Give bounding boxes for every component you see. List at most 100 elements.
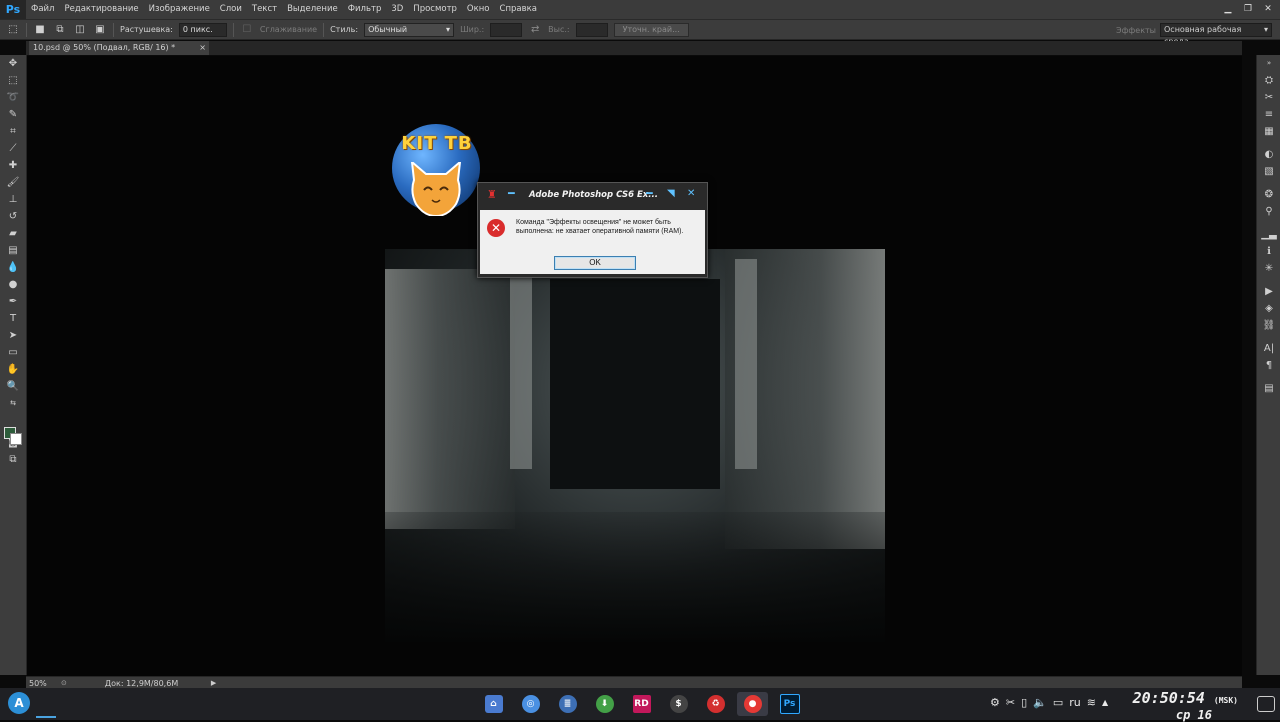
menu-filter[interactable]: Фильтр	[343, 0, 387, 19]
minimize-icon[interactable]: ▁	[1220, 2, 1236, 16]
crop-tool-icon[interactable]: ⌗	[0, 123, 26, 140]
tool-presets-icon[interactable]: ✂	[1257, 89, 1280, 106]
document-app[interactable]: ≣	[552, 692, 583, 716]
maximize-icon[interactable]: ◥	[667, 188, 675, 199]
lasso-tool-icon[interactable]: ➰	[0, 89, 26, 106]
antialias-checkbox[interactable]: ☐	[240, 23, 254, 37]
histogram-icon[interactable]: ▁▃	[1257, 226, 1280, 243]
color-icon[interactable]: ❂	[1257, 186, 1280, 203]
gradient-tool-icon[interactable]: ▤	[0, 242, 26, 259]
layers-icon[interactable]: ◈	[1257, 300, 1280, 317]
brush-presets-icon[interactable]: ≡	[1257, 106, 1280, 123]
marquee-preset-icon[interactable]: ⬚	[6, 23, 20, 37]
document-tab[interactable]: 10.psd @ 50% (Подвал, RGB/ 16) * ×	[29, 41, 209, 55]
menu-select[interactable]: Выделение	[282, 0, 343, 19]
background-color-swatch[interactable]	[10, 433, 22, 445]
screen-mode-icon[interactable]: ⧉	[0, 451, 26, 468]
browser-app[interactable]: ◎	[515, 692, 546, 716]
zoom-tool-icon[interactable]: 🔍	[0, 378, 26, 395]
healing-brush-icon[interactable]: ✚	[0, 157, 26, 174]
battery-icon[interactable]: ▭	[1053, 696, 1063, 709]
menu-3d[interactable]: 3D	[386, 0, 408, 19]
subtract-selection-icon[interactable]: ◫	[73, 23, 87, 37]
blur-tool-icon[interactable]: 💧	[0, 259, 26, 276]
clipboard-icon[interactable]: ▯	[1021, 696, 1027, 709]
clone-stamp-icon[interactable]: ⊥	[0, 191, 26, 208]
type-tool-icon[interactable]: T	[0, 310, 26, 327]
properties-icon[interactable]: ▤	[1257, 380, 1280, 397]
swatches-icon[interactable]: ▦	[1257, 123, 1280, 140]
feather-input[interactable]: 0 пикс.	[178, 22, 227, 37]
shape-tool-icon[interactable]: ▭	[0, 344, 26, 361]
restore-icon[interactable]: ❐	[1240, 2, 1256, 16]
move-tool-icon[interactable]: ✥	[0, 55, 26, 72]
recycle-app[interactable]: ♻	[700, 692, 731, 716]
photoshop-app[interactable]: Ps	[774, 692, 805, 716]
pen-tool-icon[interactable]: ✒	[0, 293, 26, 310]
settings-icon[interactable]: ⚙	[990, 696, 1000, 709]
menu-image[interactable]: Изображение	[144, 0, 215, 19]
menu-edit[interactable]: Редактирование	[59, 0, 143, 19]
styles-icon[interactable]: ▧	[1257, 163, 1280, 180]
wifi-icon[interactable]: ≋	[1087, 696, 1096, 709]
collapse-arrows-icon[interactable]: »	[1257, 55, 1280, 72]
menu-help[interactable]: Справка	[495, 0, 542, 19]
brush-tool-icon[interactable]: 🖌	[0, 174, 26, 191]
keyboard-layout[interactable]: ru	[1069, 696, 1081, 709]
paragraph-icon[interactable]: ¶	[1257, 357, 1280, 374]
rider-app[interactable]: RD	[626, 692, 657, 716]
navigator-icon[interactable]: ✳	[1257, 260, 1280, 277]
close-icon[interactable]: ×	[199, 41, 206, 55]
dodge-tool-icon[interactable]: ●	[0, 276, 26, 293]
eyedropper-tool-icon[interactable]: ⟋	[0, 140, 26, 157]
height-input[interactable]	[575, 22, 608, 37]
quick-select-tool-icon[interactable]: ✎	[0, 106, 26, 123]
adjustments-icon[interactable]: ◐	[1257, 146, 1280, 163]
character-icon[interactable]: A|	[1257, 340, 1280, 357]
swap-icon[interactable]: ⇄	[528, 23, 542, 37]
dialog-menu-icon[interactable]: ━	[508, 187, 515, 200]
workspace-select[interactable]: Основная рабочая среда	[1160, 23, 1272, 46]
game-app[interactable]: ●	[737, 692, 768, 716]
download-app[interactable]: ⬇	[589, 692, 620, 716]
menu-window[interactable]: Окно	[462, 0, 495, 19]
swap-colors-icon[interactable]: ⇆	[0, 395, 26, 412]
close-icon[interactable]: ✕	[1260, 2, 1276, 16]
minimize-icon[interactable]: ━	[646, 187, 653, 200]
ok-button[interactable]: OK	[554, 256, 636, 270]
channels-icon[interactable]: ⛓	[1257, 317, 1280, 334]
start-menu-icon[interactable]: A	[8, 692, 30, 714]
show-desktop-icon[interactable]	[1257, 696, 1275, 712]
menu-layers[interactable]: Слои	[215, 0, 247, 19]
canvas-area[interactable]	[27, 56, 1242, 676]
info-icon[interactable]: ℹ	[1257, 243, 1280, 260]
divider	[113, 22, 114, 37]
width-input[interactable]	[490, 22, 523, 37]
hand-tool-icon[interactable]: ✋	[0, 361, 26, 378]
history-brush-icon[interactable]: ↺	[0, 208, 26, 225]
menu-file[interactable]: Файл	[26, 0, 59, 19]
add-selection-icon[interactable]: ⧉	[53, 23, 67, 37]
eraser-tool-icon[interactable]: ▰	[0, 225, 26, 242]
zoom-level[interactable]: 50%	[26, 679, 61, 688]
files-app[interactable]: ⌂	[478, 692, 509, 716]
volume-icon[interactable]: 🔈	[1033, 696, 1047, 709]
menu-type[interactable]: Текст	[247, 0, 282, 19]
marquee-tool-icon[interactable]: ⬚	[0, 72, 26, 89]
tools-icon[interactable]: ✂	[1006, 696, 1015, 709]
mini-bridge-icon[interactable]: ⛭	[1257, 72, 1280, 89]
clock[interactable]: 20:50:54 (MSK) ср 16	[1128, 690, 1238, 721]
status-menu-arrow-icon[interactable]: ▶	[205, 679, 216, 687]
intersect-selection-icon[interactable]: ▣	[93, 23, 107, 37]
close-icon[interactable]: ✕	[687, 188, 695, 199]
refine-edge-button[interactable]: Уточн. край...	[613, 22, 689, 37]
play-icon[interactable]: ▶	[1257, 283, 1280, 300]
actions-icon[interactable]: ⚲	[1257, 203, 1280, 220]
menu-view[interactable]: Просмотр	[408, 0, 462, 19]
tray-expand-icon[interactable]: ▲	[1102, 698, 1108, 707]
style-select[interactable]: Обычный	[364, 22, 455, 37]
new-selection-icon[interactable]: ■	[33, 23, 47, 37]
terminal-app[interactable]: $	[663, 692, 694, 716]
path-select-icon[interactable]: ➤	[0, 327, 26, 344]
divider	[232, 22, 234, 37]
